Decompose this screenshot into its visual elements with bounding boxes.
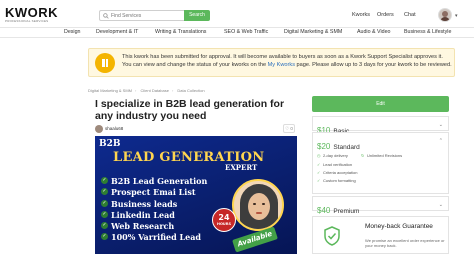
category-business[interactable]: Business & Lifestyle: [404, 29, 451, 35]
nav-chat[interactable]: Chat: [404, 12, 416, 18]
seller-avatar[interactable]: [95, 125, 103, 133]
logo-text: KWORK: [5, 5, 59, 20]
shield-icon: [324, 226, 340, 246]
list-item-text: 100% Varrified Lead: [111, 232, 201, 243]
feature-text: Criteria acceptation: [323, 170, 358, 175]
check-icon: ✓: [101, 177, 108, 184]
category-seo[interactable]: SEO & Web Traffic: [224, 29, 268, 35]
breadcrumb-item[interactable]: Data Collection: [177, 88, 204, 93]
package-name: Standard: [333, 144, 360, 151]
category-development[interactable]: Development & IT: [96, 29, 138, 35]
feature-item: ✓ Criteria acceptation: [317, 170, 357, 175]
my-kworks-link[interactable]: My Kworks: [268, 62, 295, 68]
check-icon: ✓: [101, 222, 108, 230]
category-digital-marketing[interactable]: Digital Marketing & SMM: [284, 29, 342, 35]
edit-button[interactable]: Edit: [312, 96, 449, 112]
package-standard[interactable]: $20 Standard ⌃ ◷ 2-day delivery ↻ Unlimited…: [312, 132, 449, 194]
refresh-icon: ↻: [361, 153, 365, 158]
search-box: [99, 10, 184, 21]
seller-photo: [232, 179, 284, 231]
feature-text: Lead verification: [323, 162, 353, 167]
gig-image[interactable]: B2B LEAD GENERATION EXPERT ✓ B2B Lead Gen…: [95, 136, 297, 254]
list-item-text: B2B Lead Generation: [111, 176, 208, 186]
hours-badge: 24 HOURS: [212, 208, 236, 232]
top-header: KWORK PROFESSIONAL SERVICES Search Kwork…: [0, 0, 474, 27]
feature-text: 2-day delivery: [323, 153, 348, 158]
package-basic[interactable]: $10Basic ⌄: [312, 116, 449, 135]
category-audio-video[interactable]: Audio & Video: [357, 29, 390, 35]
list-item-text: Linkedin Lead: [111, 209, 175, 220]
check-icon: ✓: [101, 199, 108, 207]
money-back-guarantee: Money-back Guarantee We promise an excel…: [312, 216, 449, 254]
category-design[interactable]: Design: [64, 29, 81, 35]
guarantee-text: We promise an excellent order experience…: [365, 238, 445, 248]
list-item-text: Web Research: [111, 221, 175, 232]
breadcrumb: Digital Marketing & SMM › Client Database…: [88, 88, 208, 93]
notice-text-end: page. Please allow up to 3 days for your…: [295, 62, 452, 68]
package-premium[interactable]: $40 Premium ⌄: [312, 196, 449, 215]
chevron-up-icon: ⌃: [438, 138, 443, 144]
feature-delivery: ◷ 2-day delivery: [317, 153, 348, 158]
check-icon: ✓: [317, 178, 321, 183]
category-writing[interactable]: Writing & Translations: [155, 29, 206, 35]
chevron-down-icon: ⌄: [438, 122, 443, 128]
breadcrumb-item[interactable]: Digital Marketing & SMM: [88, 88, 132, 93]
notice-text: This kwork has been submitted for approv…: [122, 53, 452, 69]
seller-name[interactable]: shaalu68: [105, 126, 123, 131]
logo-subtitle: PROFESSIONAL SERVICES: [5, 19, 49, 23]
favorite-button[interactable]: ♡ 0: [283, 124, 295, 133]
list-item-text: Prospect Emai List: [111, 187, 196, 198]
feature-text: Unlimited Revisions: [367, 153, 403, 158]
approval-notice: This kwork has been submitted for approv…: [88, 48, 455, 77]
list-item-text: Business leads: [111, 198, 178, 209]
category-nav: Design Development & IT Writing & Transl…: [0, 27, 474, 38]
chevron-down-icon: ⌄: [438, 202, 443, 208]
favorite-count: 0: [290, 126, 293, 131]
check-icon: ✓: [101, 233, 108, 241]
feature-text: Custom formatting: [323, 178, 356, 183]
check-icon: ✓: [101, 210, 108, 218]
badge-unit: HOURS: [217, 222, 231, 226]
feature-revisions: ↻ Unlimited Revisions: [361, 153, 402, 158]
feature-item: ✓ Custom formatting: [317, 178, 356, 183]
feature-item: ✓ Lead verification: [317, 162, 352, 167]
clock-icon: ◷: [317, 153, 321, 158]
check-icon: ✓: [101, 188, 108, 196]
pause-icon: [95, 53, 115, 73]
image-subheadline: EXPERT: [225, 163, 258, 172]
gig-title: I specialize in B2B lead generation for …: [95, 98, 285, 122]
check-icon: ✓: [317, 162, 321, 167]
chevron-down-icon[interactable]: ▾: [455, 13, 458, 19]
image-b2b-text: B2B: [99, 139, 121, 149]
guarantee-title: Money-back Guarantee: [365, 223, 433, 230]
package-name: Premium: [333, 208, 360, 215]
kwork-logo[interactable]: KWORK PROFESSIONAL SERVICES: [5, 6, 58, 23]
search-button[interactable]: Search: [184, 10, 210, 21]
nav-kworks[interactable]: Kworks: [352, 12, 370, 18]
badge-number: 24: [218, 213, 230, 222]
package-price: $20: [317, 142, 331, 151]
check-icon: ✓: [317, 170, 321, 175]
search-input[interactable]: [111, 11, 183, 20]
nav-orders[interactable]: Orders: [377, 12, 394, 18]
package-price: $40: [317, 206, 331, 215]
breadcrumb-separator: ›: [171, 88, 174, 93]
breadcrumb-separator: ›: [135, 88, 137, 93]
breadcrumb-item[interactable]: Client Database: [140, 88, 168, 93]
user-avatar[interactable]: [438, 8, 452, 22]
search-icon: [103, 13, 109, 19]
